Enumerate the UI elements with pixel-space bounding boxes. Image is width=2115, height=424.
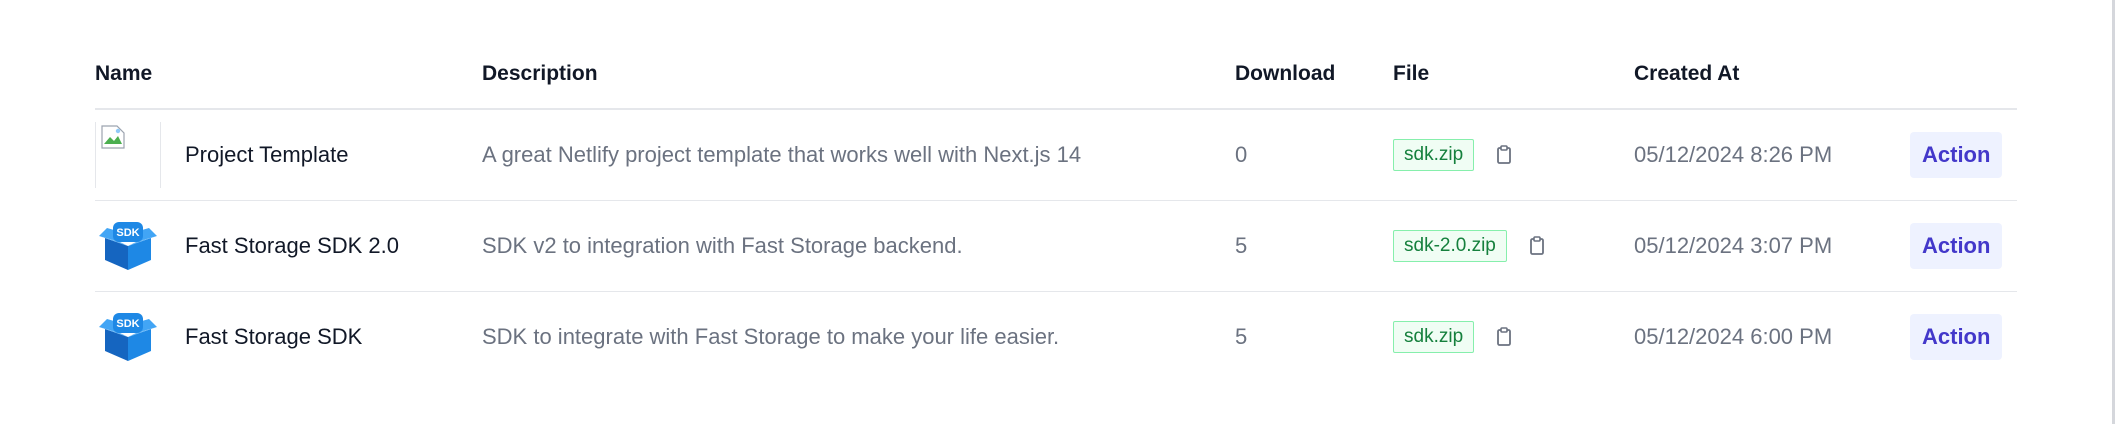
item-name[interactable]: Fast Storage SDK 2.0 <box>185 233 399 259</box>
file-cell: sdk-2.0.zip <box>1393 199 1634 291</box>
header-file: File <box>1393 40 1634 110</box>
clipboard-glyph <box>1529 235 1544 255</box>
broken-image-glyph <box>101 125 125 149</box>
item-description: SDK v2 to integration with Fast Storage … <box>482 199 1235 291</box>
file-cell-content: sdk.zip <box>1393 320 1634 353</box>
sdk-box-icon: SDK <box>95 304 161 370</box>
item-description: A great Netlify project template that wo… <box>482 141 1082 167</box>
file-cell: sdk.zip <box>1393 109 1634 200</box>
table-body: Project Template A great Netlify project… <box>95 109 2017 382</box>
name-cell: SDK Fast Storage SDK <box>95 290 482 382</box>
header-description: Description <box>482 40 1235 110</box>
download-count: 5 <box>1235 290 1393 382</box>
header-download: Download <box>1235 40 1393 110</box>
download-count: 5 <box>1235 199 1393 291</box>
header-name: Name <box>95 40 482 110</box>
sdk-box-icon: SDK <box>95 213 161 279</box>
file-badge[interactable]: sdk-2.0.zip <box>1393 229 1507 262</box>
clipboard-glyph <box>1497 326 1512 346</box>
name-cell-content: SDK Fast Storage SDK <box>95 304 482 370</box>
file-badge[interactable]: sdk.zip <box>1393 320 1475 353</box>
action-button[interactable]: Action <box>1910 313 2003 360</box>
name-cell: Project Template <box>95 109 482 200</box>
action-button[interactable]: Action <box>1910 222 2003 269</box>
created-at: 05/12/2024 3:07 PM <box>1634 199 1910 291</box>
item-description: SDK to integrate with Fast Storage to ma… <box>482 290 1235 382</box>
name-cell-content: SDK Fast Storage SDK 2.0 <box>95 213 482 279</box>
file-cell: sdk.zip <box>1393 290 1634 382</box>
sdk-list-page: Name Description Download File Created A… <box>0 0 2115 424</box>
sdk-label: SDK <box>116 227 139 239</box>
table-row: SDK Fast Storage SDK SDK to integrate wi… <box>95 290 2017 382</box>
created-at: 05/12/2024 6:00 PM <box>1634 290 1910 382</box>
clipboard-icon[interactable] <box>1529 235 1545 256</box>
created-at: 05/12/2024 8:26 PM <box>1634 141 1833 167</box>
file-cell-content: sdk-2.0.zip <box>1393 229 1634 262</box>
item-name[interactable]: Project Template <box>185 142 348 168</box>
download-count: 0 <box>1235 141 1248 167</box>
header-created-at: Created At <box>1634 40 1910 110</box>
sdk-table: Name Description Download File Created A… <box>95 40 2017 382</box>
action-cell: Action <box>1910 109 2017 200</box>
header-action <box>1910 40 2017 110</box>
action-cell: Action <box>1910 290 2017 382</box>
action-button[interactable]: Action <box>1910 131 2003 178</box>
clipboard-icon[interactable] <box>1496 326 1512 347</box>
file-cell-content: sdk.zip <box>1393 138 1634 171</box>
file-badge[interactable]: sdk.zip <box>1393 138 1475 171</box>
name-cell-content: Project Template <box>95 121 482 188</box>
action-cell: Action <box>1910 199 2017 291</box>
sdk-label: SDK <box>116 318 139 330</box>
item-name[interactable]: Fast Storage SDK <box>185 324 362 350</box>
clipboard-glyph <box>1497 144 1512 164</box>
table-header: Name Description Download File Created A… <box>95 40 2017 110</box>
name-cell: SDK Fast Storage SDK 2.0 <box>95 199 482 291</box>
table-row: Project Template A great Netlify project… <box>95 109 2017 200</box>
sdk-box-glyph: SDK <box>99 312 157 361</box>
clipboard-icon[interactable] <box>1496 144 1512 165</box>
sdk-box-glyph: SDK <box>99 221 157 270</box>
broken-image-icon <box>95 121 161 188</box>
table-row: SDK Fast Storage SDK 2.0 SDK v2 to integ… <box>95 199 2017 291</box>
